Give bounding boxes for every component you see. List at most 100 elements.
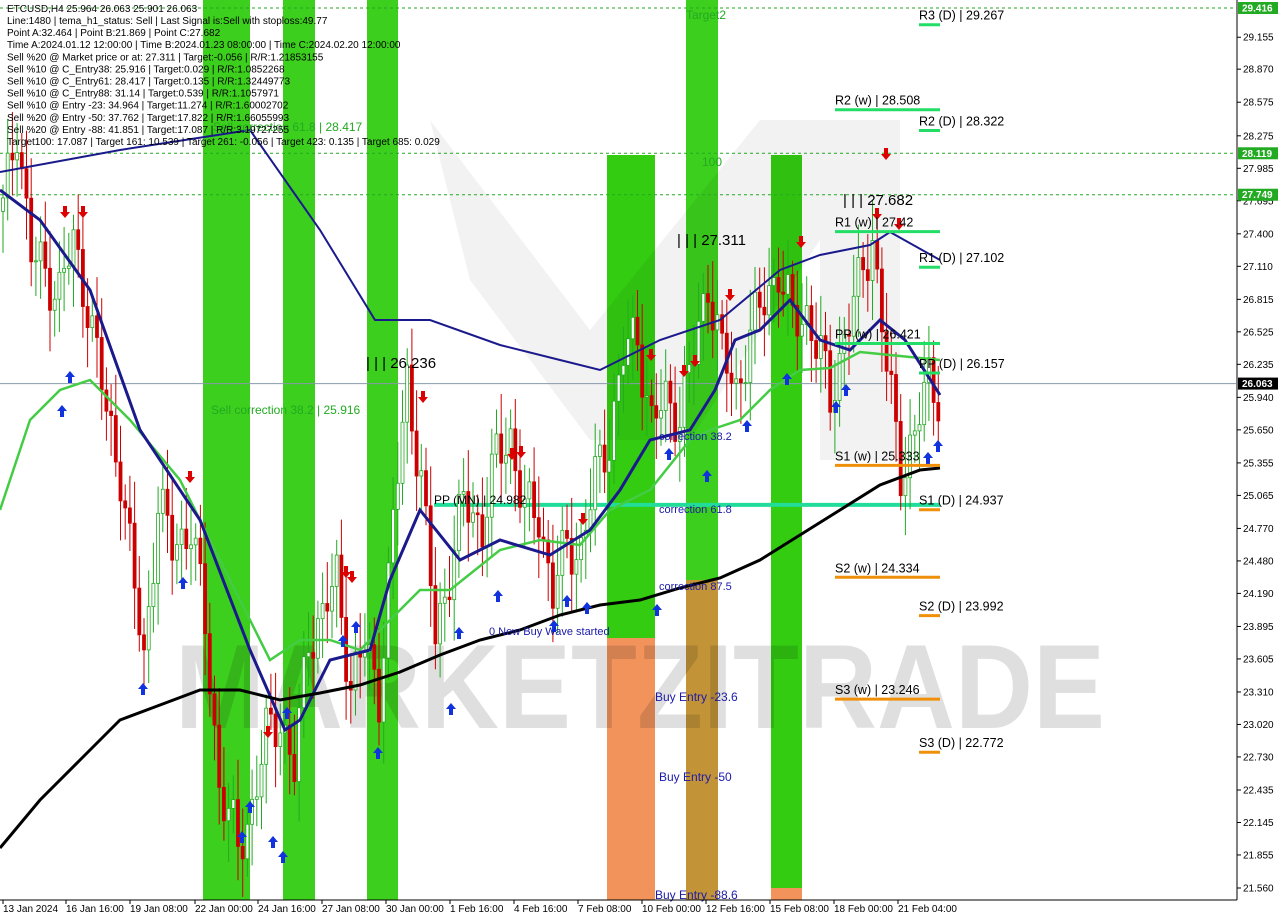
- annotation-text: correction 38.2: [659, 431, 732, 443]
- candle-body: [334, 554, 339, 587]
- annotation-text: correction 87.5: [659, 581, 732, 593]
- candle-body: [433, 585, 438, 645]
- x-tick-label: 16 Jan 16:00: [66, 904, 124, 915]
- candle-body: [409, 364, 414, 432]
- candle-body: [612, 400, 616, 461]
- y-tick-label: 27.400: [1243, 229, 1274, 240]
- candle-body: [113, 415, 118, 463]
- info-line: Point A:32.464 | Point B:21.869 | Point …: [7, 28, 221, 39]
- candle-body: [203, 563, 208, 635]
- candle-body: [198, 537, 203, 565]
- x-tick-label: 30 Jan 00:00: [386, 904, 444, 915]
- y-tick-label: 25.650: [1243, 425, 1274, 436]
- candle-body: [865, 269, 870, 281]
- candle-body: [278, 732, 283, 748]
- y-tick-label: 29.155: [1243, 33, 1274, 44]
- y-tick-label: 22.145: [1243, 818, 1274, 829]
- candle-body: [386, 562, 391, 659]
- y-tick-label: 21.855: [1243, 850, 1274, 861]
- candle-body: [555, 574, 560, 609]
- candle-body: [640, 344, 645, 398]
- candle-body: [99, 337, 104, 391]
- candle-body: [471, 512, 475, 523]
- candle-body: [536, 517, 541, 538]
- candle-body: [856, 257, 861, 297]
- candle-body: [781, 291, 786, 295]
- annotation-text: Target2: [686, 8, 726, 22]
- candle-body: [499, 433, 504, 464]
- y-tick-label: 27.985: [1243, 164, 1274, 175]
- annotation-text: correction 61.8: [659, 504, 732, 516]
- candle-body: [809, 305, 814, 341]
- candle-body: [753, 291, 757, 331]
- candle-body: [659, 410, 663, 419]
- candle-body: [57, 271, 62, 300]
- candle-body: [438, 602, 443, 645]
- candle-body: [301, 656, 306, 709]
- candle-body: [66, 265, 71, 269]
- candle-body: [29, 197, 34, 263]
- candle-body: [118, 461, 123, 502]
- y-tick-label: 27.110: [1243, 262, 1273, 273]
- candle-body: [268, 707, 273, 715]
- candle-body: [381, 657, 386, 723]
- candle-body: [710, 301, 715, 331]
- candle-body: [10, 152, 15, 161]
- candle-body: [630, 316, 635, 340]
- price-chart[interactable]: MARKETZITRADE R3 (D) | 29.267R2 (w) | 28…: [0, 0, 1280, 920]
- candle-body: [391, 508, 396, 564]
- candle-body: [574, 559, 579, 575]
- candle-body: [757, 291, 762, 308]
- candle-body: [724, 332, 729, 374]
- x-tick-label: 19 Jan 08:00: [130, 904, 188, 915]
- candle-body: [76, 229, 81, 250]
- candle-body: [5, 152, 10, 199]
- candle-body: [212, 693, 217, 726]
- candle-body: [306, 652, 311, 658]
- candle-body: [621, 365, 626, 376]
- x-tick-label: 13 Jan 2024: [3, 904, 58, 915]
- candle-body: [870, 240, 875, 281]
- pivot-label: R3 (D) | 29.267: [919, 9, 1004, 23]
- candle-body: [729, 372, 734, 384]
- candle-body: [424, 470, 428, 507]
- candle-body: [151, 583, 156, 608]
- candle-body: [146, 606, 151, 651]
- candle-body: [414, 430, 419, 477]
- candle-body: [875, 240, 880, 270]
- candle-body: [771, 277, 776, 286]
- candle-body: [254, 796, 259, 800]
- pivot-label: S3 (D) | 22.772: [919, 736, 1004, 750]
- pivot-label: PP (w) | 26.421: [835, 327, 921, 341]
- ohlc-header: ETCUSD,H4 25.964 26.063 25.901 26.063: [7, 4, 198, 15]
- candle-body: [602, 444, 607, 473]
- candle-body: [762, 306, 767, 316]
- candle-body: [682, 372, 687, 428]
- x-tick-label: 27 Jan 08:00: [322, 904, 380, 915]
- info-line: Sell %10 @ C_Entry88: 31.14 | Target:0.5…: [7, 89, 279, 100]
- info-line: Sell %10 @ Entry -23: 34.964 | Target:11…: [7, 101, 289, 112]
- candle-body: [325, 603, 330, 612]
- orange-zone-2: [771, 888, 802, 900]
- candle-body: [814, 340, 818, 359]
- candle-body: [109, 410, 113, 416]
- candle-body: [607, 459, 612, 473]
- y-tick-label: 25.355: [1243, 458, 1274, 469]
- info-line: Time A:2024.01.12 12:00:00 | Time B:2024…: [7, 40, 401, 51]
- y-tick-label: 24.770: [1243, 524, 1274, 535]
- annotation-text: | | | 26.236: [366, 355, 436, 372]
- candle-body: [480, 514, 485, 548]
- y-tick-label: 28.870: [1243, 65, 1274, 76]
- candle-body: [90, 315, 95, 328]
- candle-body: [800, 324, 804, 337]
- candle-body: [62, 267, 66, 273]
- y-tick-label: 22.435: [1243, 785, 1274, 796]
- candle-body: [34, 260, 38, 263]
- annotation-text: PP (MN) | 24.982: [434, 493, 527, 507]
- candle-body: [142, 634, 146, 651]
- candle-body: [837, 353, 842, 401]
- info-line: Sell %10 @ C_Entry61: 28.417 | Target:0.…: [7, 77, 291, 88]
- candle-body: [273, 713, 278, 748]
- candle-body: [889, 370, 894, 375]
- chart-root: MARKETZITRADE R3 (D) | 29.267 R2 (w) | 28…: [0, 0, 1280, 920]
